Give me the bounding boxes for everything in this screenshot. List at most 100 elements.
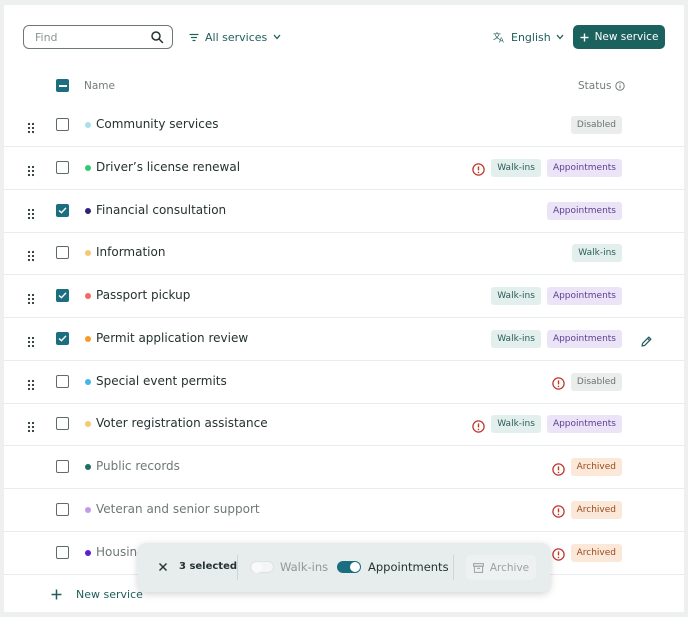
status-tags: Walk-ins Appointments — [491, 329, 622, 349]
status-tags: Walk-ins Appointments — [472, 158, 622, 178]
color-dot — [85, 549, 91, 556]
row-checkbox[interactable] — [56, 203, 69, 217]
service-row[interactable]: Voter registration assistance Walk-ins App… — [4, 403, 684, 447]
warning-icon[interactable] — [551, 461, 565, 476]
indeterminate-icon — [58, 84, 67, 87]
add-service-label: New service — [76, 588, 143, 601]
service-filter-dropdown[interactable]: All services — [189, 29, 281, 45]
color-dot — [85, 250, 91, 257]
close-icon[interactable] — [158, 562, 168, 572]
service-name: Passport pickup — [96, 288, 191, 302]
row-checkbox[interactable] — [56, 160, 69, 174]
divider — [237, 555, 238, 580]
walkins-badge: Walk-ins — [572, 244, 622, 263]
appointments-badge: Appointments — [546, 415, 622, 434]
drag-handle-icon[interactable] — [27, 162, 35, 176]
row-checkbox[interactable] — [56, 374, 69, 388]
service-name: Permit application review — [96, 330, 249, 345]
warning-icon[interactable] — [472, 418, 485, 433]
divider — [453, 555, 454, 580]
archive-label: Archive — [489, 561, 530, 574]
archived-badge: Archived — [570, 458, 622, 476]
filter-icon — [189, 33, 199, 41]
status-column-header: Status — [578, 80, 626, 92]
search-input[interactable] — [24, 26, 149, 48]
row-checkbox[interactable] — [56, 331, 69, 345]
walkins-badge: Walk-ins — [491, 158, 541, 177]
color-dot — [85, 207, 91, 214]
row-checkbox[interactable] — [56, 460, 69, 473]
appointments-badge: Appointments — [546, 201, 622, 220]
bulk-action-bar: 3 selected Walk-ins Appointments Archive — [138, 543, 550, 592]
service-name: Voter registration assistance — [96, 416, 268, 431]
language-label: English — [511, 30, 551, 44]
walkins-badge: Walk-ins — [491, 415, 541, 434]
chevron-down-icon — [273, 34, 281, 40]
appointments-badge: Appointments — [546, 287, 622, 305]
plus-icon — [51, 589, 62, 600]
service-row[interactable]: Driver’s license renewal Walk-ins Appointm… — [4, 147, 684, 190]
plus-icon — [580, 33, 589, 41]
status-tags: Archived — [551, 543, 622, 563]
archive-button[interactable]: Archive — [466, 555, 536, 580]
color-dot — [85, 122, 91, 128]
warning-icon[interactable] — [551, 503, 565, 518]
status-tags: Disabled — [570, 115, 622, 135]
service-row[interactable]: Veteran and senior support Archived — [4, 489, 684, 532]
warning-icon[interactable] — [472, 161, 485, 176]
service-row[interactable]: Information Walk-ins — [4, 232, 684, 276]
warning-icon[interactable] — [551, 546, 565, 561]
search-icon[interactable] — [150, 30, 164, 44]
info-icon[interactable] — [615, 81, 626, 91]
service-row[interactable]: Passport pickup Walk-ins Appointments — [4, 275, 684, 318]
service-row[interactable]: Special event permits Disabled — [4, 361, 684, 404]
name-column-header: Name — [84, 80, 115, 92]
color-dot — [85, 293, 91, 299]
color-dot — [85, 335, 91, 342]
toggle-knob — [252, 563, 262, 573]
color-dot — [85, 421, 91, 428]
walkins-badge: Walk-ins — [491, 287, 541, 305]
row-checkbox[interactable] — [56, 246, 69, 260]
toggle-knob — [350, 562, 360, 572]
drag-handle-icon[interactable] — [27, 205, 35, 219]
drag-handle-icon[interactable] — [27, 418, 35, 433]
appointments-toggle[interactable] — [337, 561, 361, 573]
service-row[interactable]: Community services Disabled — [4, 104, 684, 147]
warning-icon[interactable] — [552, 375, 565, 390]
appointments-badge: Appointments — [546, 329, 622, 348]
service-name: Driver’s license renewal — [96, 159, 241, 174]
drag-handle-icon[interactable] — [27, 333, 35, 347]
status-tags: Walk-ins — [572, 243, 622, 263]
drag-handle-icon[interactable] — [27, 290, 35, 305]
archived-badge: Archived — [570, 543, 622, 562]
color-dot — [85, 464, 91, 470]
select-all-checkbox[interactable] — [56, 79, 69, 92]
drag-handle-icon[interactable] — [27, 247, 35, 262]
disabled-badge: Disabled — [570, 116, 622, 134]
row-checkbox[interactable] — [56, 118, 69, 131]
new-service-label: New service — [594, 31, 659, 43]
service-name: Community services — [96, 117, 219, 131]
archived-badge: Archived — [570, 500, 622, 519]
service-row[interactable]: Permit application review Walk-ins Appoint… — [4, 318, 684, 361]
drag-handle-icon[interactable] — [27, 119, 35, 134]
status-header-label: Status — [578, 80, 612, 92]
add-service-link[interactable]: New service — [51, 588, 143, 601]
selected-count: 3 selected — [179, 561, 238, 572]
walkins-toggle[interactable] — [250, 561, 274, 573]
edit-icon[interactable] — [640, 333, 653, 347]
row-checkbox[interactable] — [56, 417, 69, 431]
row-checkbox[interactable] — [56, 545, 69, 559]
new-service-button[interactable]: New service — [573, 25, 665, 49]
service-row[interactable]: Financial consultation Appointments — [4, 190, 684, 233]
color-dot — [85, 164, 91, 171]
service-name: Information — [96, 245, 166, 260]
language-dropdown[interactable]: 文A English — [493, 29, 564, 45]
row-checkbox[interactable] — [56, 502, 69, 516]
drag-handle-icon[interactable] — [27, 376, 35, 390]
row-checkbox[interactable] — [56, 289, 69, 302]
service-row[interactable]: Public records Archived — [4, 446, 684, 489]
search-field[interactable] — [23, 25, 173, 49]
archive-icon — [472, 562, 484, 573]
